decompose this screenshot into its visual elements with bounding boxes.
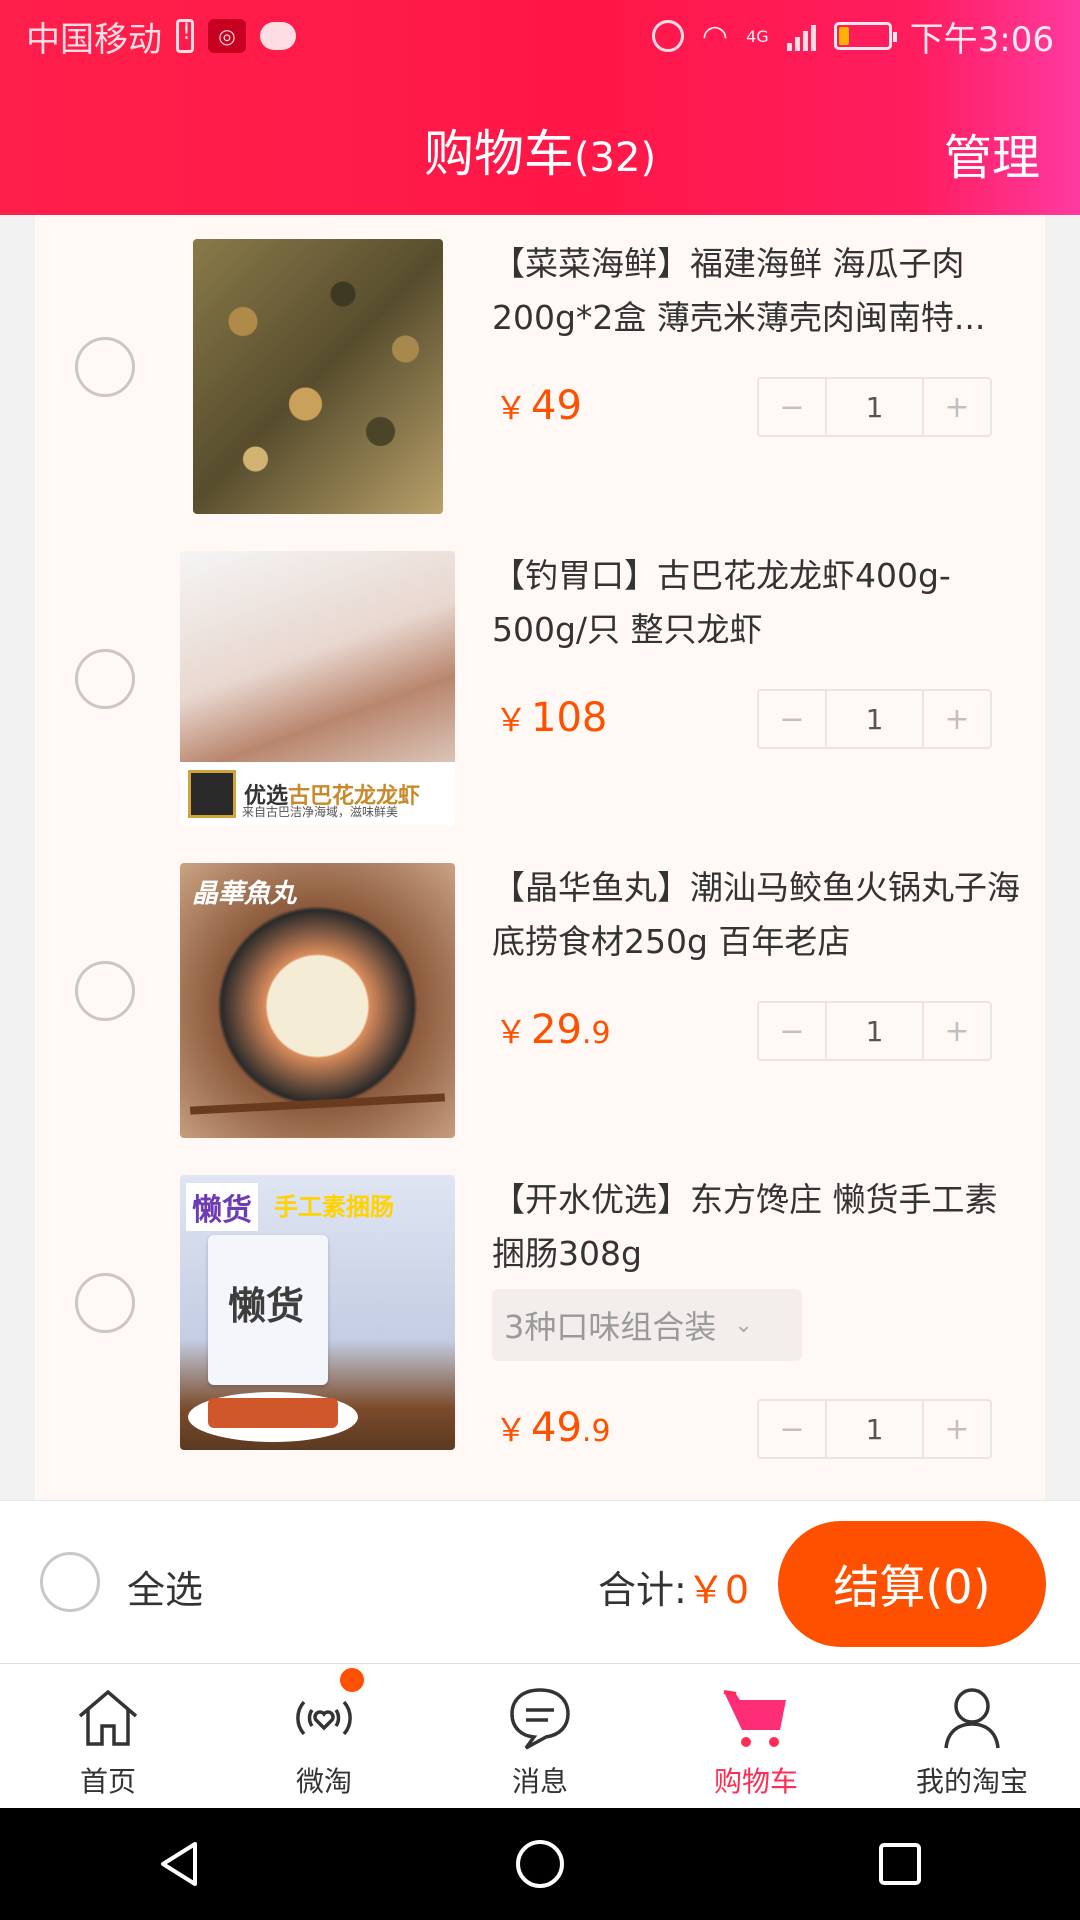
chevron-down-icon: ⌄ bbox=[734, 1312, 753, 1338]
recents-icon[interactable] bbox=[870, 1834, 930, 1894]
quantity-value[interactable]: 1 bbox=[825, 1003, 924, 1059]
cart-item: 优选古巴花龙龙虾 来自古巴洁净海域，滋味鲜美 【钓胃口】古巴花龙龙虾400g-5… bbox=[35, 527, 1045, 839]
tab-cart[interactable]: 购物车 bbox=[648, 1664, 864, 1808]
increase-button[interactable]: + bbox=[924, 691, 990, 747]
home-icon bbox=[72, 1682, 144, 1754]
select-all-radio[interactable] bbox=[40, 1552, 100, 1612]
signal-icon bbox=[786, 21, 816, 51]
quantity-value[interactable]: 1 bbox=[825, 691, 924, 747]
checkout-bar: 全选 合计:￥0 结算(0) bbox=[0, 1500, 1080, 1663]
tab-home[interactable]: 首页 bbox=[0, 1664, 216, 1808]
decrease-button[interactable]: − bbox=[759, 1003, 825, 1059]
weitao-icon bbox=[288, 1668, 364, 1754]
increase-button[interactable]: + bbox=[924, 379, 990, 435]
quantity-value[interactable]: 1 bbox=[825, 1401, 924, 1457]
cart-count: (32) bbox=[573, 135, 657, 181]
checkout-button[interactable]: 结算(0) bbox=[778, 1521, 1046, 1647]
decrease-button[interactable]: − bbox=[759, 691, 825, 747]
sku-selector[interactable]: 3种口味组合装 ⌄ bbox=[492, 1289, 802, 1361]
product-price: ￥ 29.9 bbox=[495, 1007, 611, 1053]
quantity-value[interactable]: 1 bbox=[825, 379, 924, 435]
product-image[interactable]: 优选古巴花龙龙虾 来自古巴洁净海域，滋味鲜美 bbox=[180, 551, 455, 826]
manage-button[interactable]: 管理 bbox=[944, 118, 1040, 188]
alarm-icon bbox=[651, 20, 684, 52]
tab-bar: 首页 微淘 消息 购物车 我的淘宝 bbox=[0, 1663, 1080, 1808]
increase-button[interactable]: + bbox=[924, 1401, 990, 1457]
cart-item: 懒货 手工素捆肠 懒货 【开水优选】东方馋庄 懒货手工素捆肠308g 3种口味组… bbox=[35, 1151, 1045, 1481]
profile-icon bbox=[936, 1682, 1008, 1754]
system-nav-bar bbox=[0, 1808, 1080, 1920]
notification-dot bbox=[340, 1668, 364, 1692]
status-bar: 中国移动 ◎ ◠ 4G 下午3:06 bbox=[0, 0, 1080, 72]
network-type: 4G bbox=[746, 26, 769, 46]
chopsticks bbox=[189, 1093, 446, 1115]
item-select-radio[interactable] bbox=[75, 649, 135, 709]
quantity-stepper: − 1 + bbox=[757, 1001, 992, 1061]
title-bar: 购物车(32) 管理 bbox=[0, 100, 1080, 200]
item-select-radio[interactable] bbox=[75, 337, 135, 397]
clock: 下午3:06 bbox=[909, 19, 1054, 60]
brand-logo-icon bbox=[188, 770, 236, 818]
decrease-button[interactable]: − bbox=[759, 1401, 825, 1457]
cart-item: 晶華魚丸 【晶华鱼丸】潮汕马鲛鱼火锅丸子海底捞食材250g 百年老店 ￥ 29.9… bbox=[35, 839, 1045, 1151]
total-price: 合计:￥0 bbox=[598, 1568, 749, 1612]
select-all-label[interactable]: 全选 bbox=[127, 1559, 203, 1614]
cart-list[interactable]: 【菜菜海鲜】福建海鲜 海瓜子肉200g*2盒 薄壳米薄壳肉闽南特... ￥ 49 … bbox=[35, 215, 1045, 1500]
carrier-label: 中国移动 bbox=[26, 19, 162, 60]
product-price: ￥ 108 bbox=[495, 695, 608, 741]
decrease-button[interactable]: − bbox=[759, 379, 825, 435]
product-title[interactable]: 【晶华鱼丸】潮汕马鲛鱼火锅丸子海底捞食材250g 百年老店 bbox=[492, 861, 1022, 969]
tab-messages[interactable]: 消息 bbox=[432, 1664, 648, 1808]
chat-notification-icon bbox=[260, 22, 296, 50]
quantity-stepper: − 1 + bbox=[757, 377, 992, 437]
wifi-icon: ◠ bbox=[701, 18, 729, 54]
product-title[interactable]: 【开水优选】东方馋庄 懒货手工素捆肠308g bbox=[492, 1173, 1022, 1281]
header: 中国移动 ◎ ◠ 4G 下午3:06 购物车(32) 管理 bbox=[0, 0, 1080, 215]
product-title[interactable]: 【菜菜海鲜】福建海鲜 海瓜子肉200g*2盒 薄壳米薄壳肉闽南特... bbox=[492, 237, 1022, 345]
home-circle-icon[interactable] bbox=[510, 1834, 570, 1894]
page-title: 购物车(32) bbox=[423, 125, 657, 183]
increase-button[interactable]: + bbox=[924, 1003, 990, 1059]
quantity-stepper: − 1 + bbox=[757, 689, 992, 749]
quantity-stepper: − 1 + bbox=[757, 1399, 992, 1459]
tab-weitao[interactable]: 微淘 bbox=[216, 1664, 432, 1808]
cart-icon bbox=[720, 1682, 792, 1754]
product-price: ￥ 49.9 bbox=[495, 1405, 611, 1451]
product-image[interactable]: 晶華魚丸 bbox=[180, 863, 455, 1138]
back-icon[interactable] bbox=[150, 1834, 210, 1894]
battery-icon bbox=[833, 22, 897, 50]
product-price: ￥ 49 bbox=[495, 383, 582, 429]
product-image[interactable]: 懒货 手工素捆肠 懒货 bbox=[180, 1175, 455, 1450]
tab-profile[interactable]: 我的淘宝 bbox=[864, 1664, 1080, 1808]
image-brand-text: 晶華魚丸 bbox=[192, 879, 297, 909]
product-image[interactable] bbox=[193, 239, 443, 514]
battery-warning-icon bbox=[176, 19, 194, 53]
item-select-radio[interactable] bbox=[75, 961, 135, 1021]
app-notification-icon: ◎ bbox=[208, 19, 246, 53]
product-title[interactable]: 【钓胃口】古巴花龙龙虾400g-500g/只 整只龙虾 bbox=[492, 549, 1022, 657]
sku-label: 3种口味组合装 bbox=[504, 1308, 717, 1346]
message-icon bbox=[504, 1682, 576, 1754]
item-select-radio[interactable] bbox=[75, 1273, 135, 1333]
cart-item: 【菜菜海鲜】福建海鲜 海瓜子肉200g*2盒 薄壳米薄壳肉闽南特... ￥ 49 … bbox=[35, 215, 1045, 527]
